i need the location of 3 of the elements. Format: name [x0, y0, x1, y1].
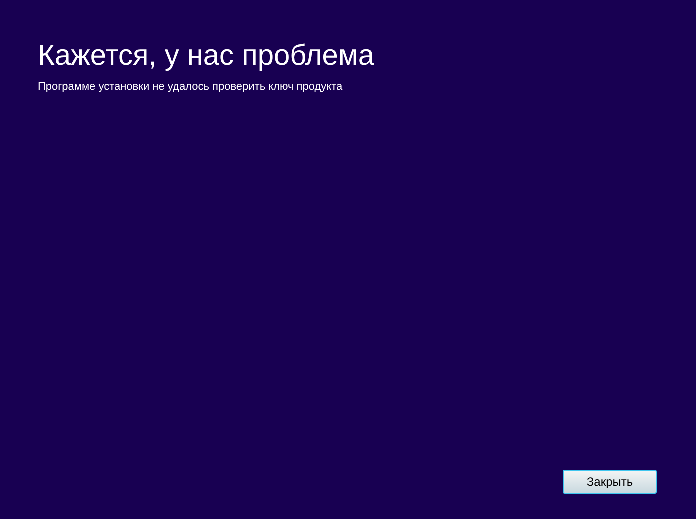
close-button[interactable]: Закрыть — [563, 470, 657, 494]
error-message: Программе установки не удалось проверить ключ продукта — [38, 81, 344, 93]
page-title: Кажется, у нас проблема — [38, 39, 376, 74]
